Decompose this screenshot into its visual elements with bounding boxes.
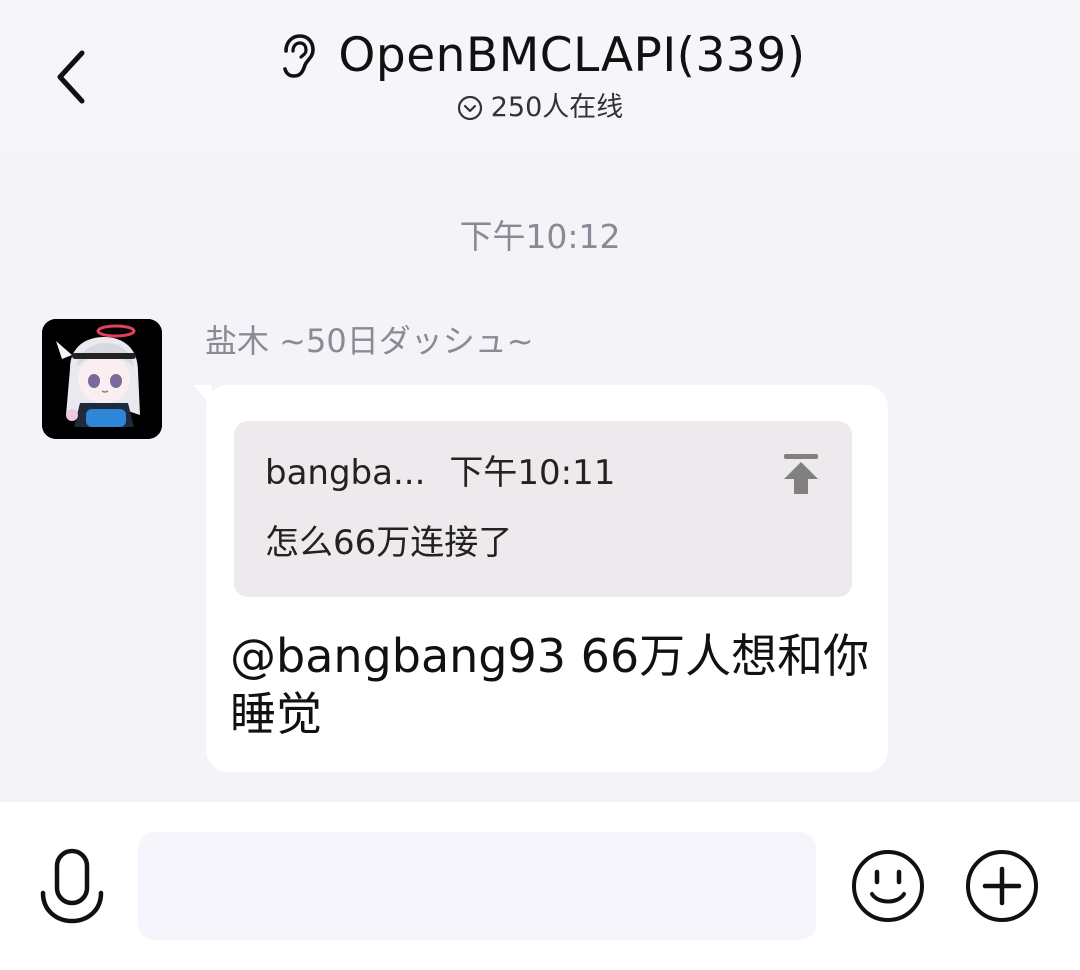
chevron-down-circle-icon (457, 95, 483, 121)
microphone-icon (40, 848, 104, 924)
smile-emoji-icon (852, 850, 924, 922)
chat-title: OpenBMCLAPI(339) (338, 28, 806, 83)
anime-character-avatar (42, 319, 162, 439)
message-text: @bangbang93 66万人想和你睡觉 (230, 629, 870, 741)
quoted-reply-time: 下午10:11 (449, 453, 616, 493)
input-bar (0, 802, 1080, 970)
voice-button[interactable] (36, 844, 108, 930)
more-actions-button[interactable] (964, 848, 1040, 924)
avatar[interactable] (42, 319, 162, 439)
emoji-button[interactable] (850, 848, 926, 924)
quoted-reply-author: bangba... (265, 453, 426, 493)
plus-circle-icon (966, 850, 1038, 922)
online-status[interactable]: 250人在线 (0, 90, 1080, 126)
ear-icon (274, 32, 318, 80)
chat-header: OpenBMCLAPI(339) 250人在线 (0, 0, 1080, 150)
quoted-reply-text: 怎么66万连接了 (265, 523, 513, 563)
quoted-reply[interactable]: bangba... 下午10:11 怎么66万连接了 (234, 421, 852, 597)
title-row[interactable]: OpenBMCLAPI(339) (0, 26, 1080, 86)
jump-to-top-icon[interactable] (778, 451, 824, 497)
message-timestamp: 下午10:12 (459, 217, 621, 256)
quoted-reply-meta: bangba... 下午10:11 (265, 449, 615, 497)
sender-name[interactable]: 盐木 ~50日ダッシュ~ (205, 318, 534, 364)
online-count: 250人在线 (490, 92, 624, 123)
message-input[interactable] (138, 832, 816, 940)
message-bubble[interactable]: bangba... 下午10:11 怎么66万连接了 @bangbang93 66… (206, 385, 888, 772)
